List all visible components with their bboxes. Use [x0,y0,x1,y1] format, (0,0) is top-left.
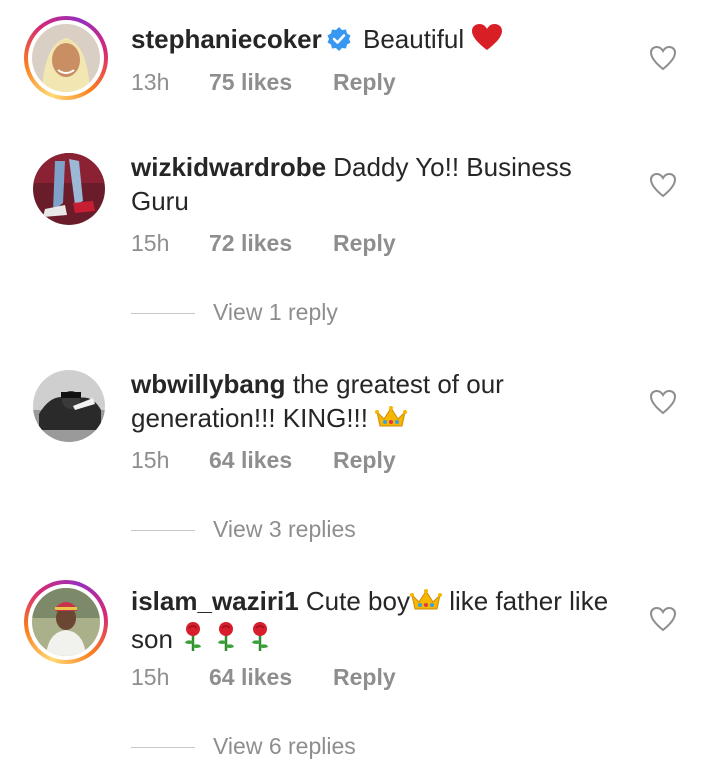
reply-button[interactable]: Reply [333,445,396,475]
likes-count[interactable]: 75 likes [209,67,333,97]
reply-button[interactable]: Reply [333,67,396,97]
rose-icon [213,621,239,659]
red-heart-icon [471,23,503,59]
avatar-story-ring[interactable] [24,580,108,664]
view-replies-label: View 1 reply [213,299,338,325]
like-heart-icon[interactable] [649,389,679,417]
avatar [32,24,100,92]
comment-meta: 15h 64 likes Reply [131,662,396,692]
timestamp: 13h [131,69,170,95]
comment-meta: 15h 64 likes Reply [131,445,396,475]
crown-icon [409,587,442,621]
timestamp: 15h [131,447,170,473]
rose-icon [247,621,273,659]
username[interactable]: wizkidwardrobe [131,152,326,182]
view-replies-button[interactable]: View 1 reply [131,297,338,327]
comment-meta: 15h 72 likes Reply [131,228,396,258]
comment-text-start: Cute boy [305,586,410,616]
timestamp: 15h [131,230,170,256]
crown-icon [375,404,408,438]
likes-count[interactable]: 64 likes [209,662,333,692]
verified-badge-icon [326,26,352,60]
view-replies-label: View 3 replies [213,516,356,542]
replies-divider [131,313,195,315]
view-replies-button[interactable]: View 3 replies [131,514,356,544]
username[interactable]: stephaniecoker [131,24,322,54]
comment-body: islam_waziri1 Cute boy like father like … [131,584,631,659]
rose-icon [180,621,206,659]
username[interactable]: wbwillybang [131,369,286,399]
view-replies-label: View 6 replies [213,733,356,759]
reply-button[interactable]: Reply [333,662,396,692]
like-heart-icon[interactable] [649,45,679,73]
replies-divider [131,530,195,532]
replies-divider [131,747,195,749]
likes-count[interactable]: 64 likes [209,445,333,475]
reply-button[interactable]: Reply [333,228,396,258]
avatar[interactable] [33,370,105,442]
comment-body: wbwillybang the greatest of our generati… [131,367,631,438]
comment-text: Beautiful [362,24,465,54]
likes-count[interactable]: 72 likes [209,228,333,258]
like-heart-icon[interactable] [649,606,679,634]
comment-body: stephaniecoker Beautiful [131,22,631,60]
avatar [32,588,100,656]
comment-meta: 13h 75 likes Reply [131,67,396,97]
username[interactable]: islam_waziri1 [131,586,299,616]
view-replies-button[interactable]: View 6 replies [131,731,356,761]
like-heart-icon[interactable] [649,172,679,200]
timestamp: 15h [131,664,170,690]
avatar[interactable] [33,153,105,225]
comment-body: wizkidwardrobe Daddy Yo!! Business Guru [131,150,631,218]
avatar-story-ring[interactable] [24,16,108,100]
